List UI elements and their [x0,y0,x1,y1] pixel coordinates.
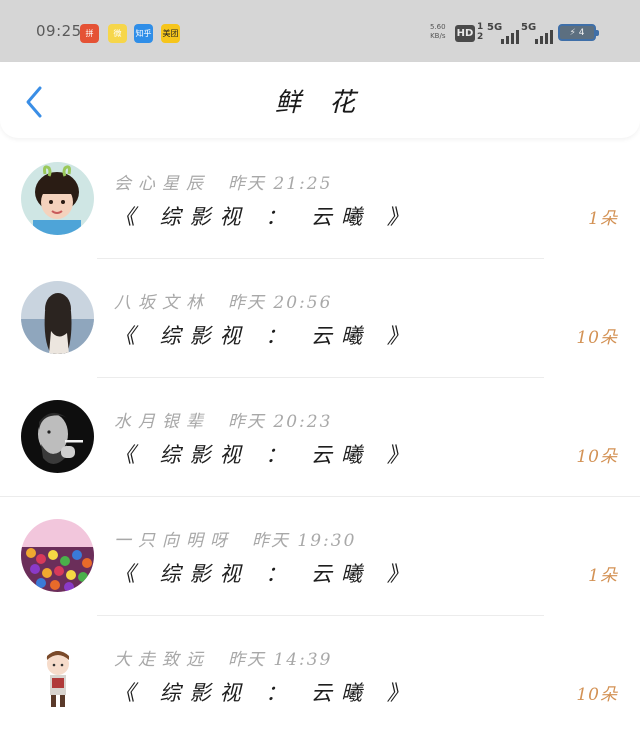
sender-name: 八坂文林 [114,293,210,313]
avatar-man-image [21,400,94,473]
avatar-woman-image [21,281,94,354]
send-time: 昨天 21:25 [228,174,333,194]
hd-sim-top: 1 [477,22,484,32]
send-time: 昨天 20:56 [228,293,333,313]
meituan-app-icon: 美团 [161,24,180,43]
list-item[interactable]: 水月银辈 昨天 20:23 《 综影视 ： 云曦 》 10朵 [0,378,640,497]
item-meta: 会心星辰 昨天 21:25 [114,169,332,194]
work-title: 《 综影视 ： 云曦 》 [114,681,417,705]
status-time: 09:25 [36,22,82,40]
zhihu-app-icon: 知乎 [134,24,153,43]
signal-strength-icon-2: 5G [521,22,553,44]
flower-count: 10朵 [576,685,618,705]
list-item[interactable]: 会心星辰 昨天 21:25 《 综影视 ： 云曦 》 1朵 [0,140,640,259]
hd-voice-icon: HD [455,25,475,42]
network-speed-unit: KB/s [430,32,446,40]
avatar[interactable] [21,400,94,473]
signal-network-label: 5G [487,22,503,33]
flower-count: 10朵 [576,328,618,348]
list-item[interactable]: 一只向明呀 昨天 19:30 《 综影视 ： 云曦 》 1朵 [0,497,640,616]
item-meta: 一只向明呀 昨天 19:30 [114,526,356,551]
send-time: 昨天 14:39 [228,650,333,670]
avatar[interactable] [21,281,94,354]
hd-sim-indicator: 1 2 [477,22,483,42]
sender-name: 大走致远 [114,650,210,670]
work-title: 《 综影视 ： 云曦 》 [114,562,417,586]
network-speed: 5.60 KB/s [430,23,446,41]
avatar-girl-image [21,162,94,235]
signal-strength-icon: 5G [487,22,519,44]
signal-network-label-2: 5G [521,22,537,33]
status-bar: 09:25 拼 微 知乎 美团 5.60 KB/s HD 1 2 5G 5G ⚡… [0,0,640,62]
avatar-anime-image [21,638,94,711]
work-title: 《 综影视 ： 云曦 》 [114,324,417,348]
battery-icon: ⚡ 4 [558,24,599,41]
network-speed-value: 5.60 [430,23,446,31]
sender-name: 水月银辈 [114,412,210,432]
item-meta: 八坂文林 昨天 20:56 [114,288,332,313]
flower-count: 10朵 [576,447,618,467]
work-title: 《 综影视 ： 云曦 》 [114,443,417,467]
flower-gift-list: 会心星辰 昨天 21:25 《 综影视 ： 云曦 》 1朵 八坂文林 昨天 20:5… [0,140,640,735]
send-time: 昨天 19:30 [252,531,357,551]
sender-name: 会心星辰 [114,174,210,194]
work-title: 《 综影视 ： 云曦 》 [114,205,417,229]
send-time: 昨天 20:23 [228,412,333,432]
page-header: 鲜 花 [0,62,640,138]
flower-count: 1朵 [588,209,618,229]
weibo-app-icon: 微 [108,24,127,43]
avatar[interactable] [21,638,94,711]
hd-sim-bottom: 2 [477,32,484,42]
avatar[interactable] [21,519,94,592]
item-meta: 水月银辈 昨天 20:23 [114,407,332,432]
item-meta: 大走致远 昨天 14:39 [114,645,332,670]
avatar[interactable] [21,162,94,235]
page-title: 鲜 花 [274,88,366,118]
list-item[interactable]: 八坂文林 昨天 20:56 《 综影视 ： 云曦 》 10朵 [0,259,640,378]
sender-name: 一只向明呀 [114,531,234,551]
pinduoduo-app-icon: 拼 [80,24,99,43]
avatar-candy-image [21,519,94,592]
flower-count: 1朵 [588,566,618,586]
list-item[interactable]: 大走致远 昨天 14:39 《 综影视 ： 云曦 》 10朵 [0,616,640,735]
